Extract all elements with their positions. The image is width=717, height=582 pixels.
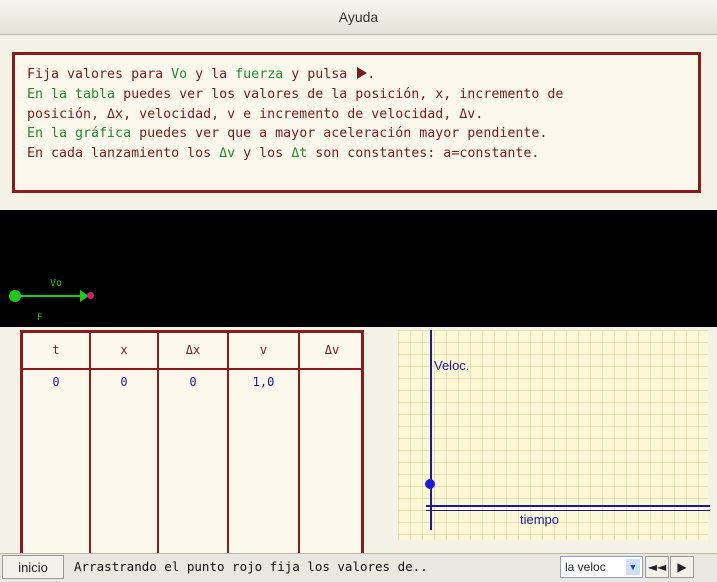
help-line-4: En la gráfica puedes ver que a mayor ace…	[27, 126, 548, 142]
red-drag-point[interactable]	[87, 292, 94, 299]
cell-t: 0	[52, 375, 60, 389]
graph-x-label: tiempo	[520, 512, 560, 527]
green-ball[interactable]	[9, 290, 21, 302]
force-label: F	[37, 313, 43, 323]
scene-select-value: la veloc	[565, 560, 606, 574]
cell-x: 0	[120, 375, 128, 389]
play-button[interactable]: ▶	[670, 556, 694, 578]
play-triangle-icon	[357, 67, 368, 79]
cell-dx: 0	[189, 375, 197, 389]
header-t: t	[52, 343, 60, 357]
help-titlebar: Ayuda	[0, 0, 717, 35]
play-icon: ▶	[677, 560, 687, 574]
header-dx: Δx	[185, 343, 201, 357]
simulation-area	[0, 210, 717, 327]
vo-label: Vo	[50, 278, 63, 289]
help-line-5: En cada lanzamiento los Δv y los Δt son …	[27, 146, 540, 162]
graph-y-axis	[430, 330, 432, 530]
help-title: Ayuda	[338, 9, 379, 25]
status-message: Arrastrando el punto rojo fija los valor…	[74, 559, 428, 574]
scene-select[interactable]: la veloc ▼	[560, 556, 643, 578]
cell-v: 1,0	[252, 375, 275, 389]
chevron-down-icon: ▼	[626, 559, 640, 575]
graph-x-axis	[426, 505, 710, 507]
velocity-vector	[18, 295, 82, 297]
skip-back-icon: ◄◄	[647, 560, 667, 574]
data-table: t x Δx v Δv 0 0 0 1,0	[20, 330, 364, 568]
header-dv: Δv	[324, 343, 340, 357]
help-line-2: En la tabla puedes ver los valores de la…	[27, 86, 564, 102]
graph-x-axis-shadow	[426, 510, 710, 511]
header-divider	[23, 368, 361, 370]
graph-y-label: Veloc.	[434, 358, 470, 373]
first-button[interactable]: ◄◄	[645, 556, 669, 578]
help-line-1: Fija valores para Vo y la fuerza y pulsa…	[27, 67, 376, 82]
help-line-3: posición, Δx, velocidad, v e incremento …	[27, 106, 484, 122]
header-v: v	[259, 343, 268, 357]
inicio-button[interactable]: inicio	[2, 555, 64, 579]
graph-point	[425, 479, 435, 489]
help-text-box: Fija valores para Vo y la fuerza y pulsa…	[12, 52, 701, 193]
header-x: x	[120, 343, 128, 357]
